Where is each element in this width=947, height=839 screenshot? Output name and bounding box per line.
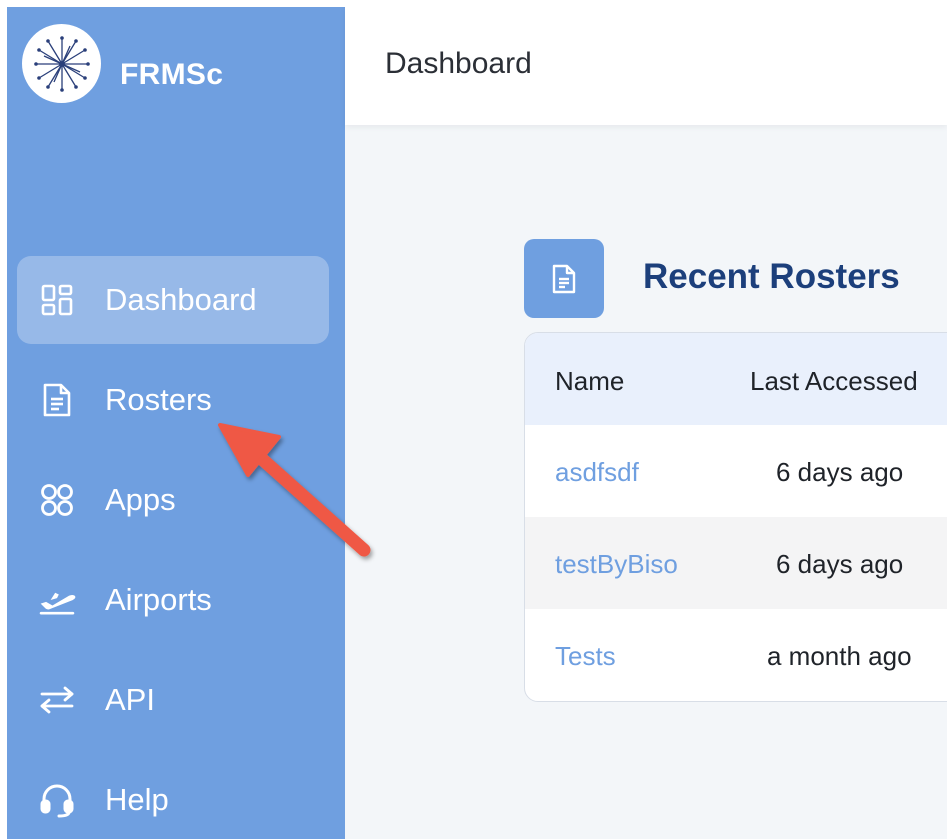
headset-icon <box>37 780 77 820</box>
last-accessed-cell: a month ago <box>767 641 912 671</box>
sidebar-item-label: Apps <box>105 482 176 517</box>
sidebar-item-apps[interactable]: Apps <box>17 456 329 544</box>
last-accessed-cell: 6 days ago <box>776 457 904 487</box>
airplane-takeoff-icon <box>37 580 77 620</box>
sidebar-item-help[interactable]: Help <box>17 756 329 839</box>
sidebar-item-label: Dashboard <box>105 282 257 317</box>
document-icon <box>524 239 604 318</box>
sidebar: FRMSc Dashboard Rosters Apps Airports AP… <box>7 7 345 839</box>
sidebar-item-dashboard[interactable]: Dashboard <box>17 256 329 344</box>
sidebar-item-rosters[interactable]: Rosters <box>17 356 329 444</box>
last-accessed-cell: 6 days ago <box>776 549 904 579</box>
column-header-last-accessed[interactable]: Last Accessed <box>750 366 918 397</box>
roster-name-link[interactable]: asdfsdf <box>555 457 639 488</box>
brand-logo[interactable] <box>22 24 101 103</box>
network-logo-icon <box>33 35 90 92</box>
brand-name[interactable]: FRMSc <box>120 58 223 92</box>
roster-name-link[interactable]: Tests <box>555 641 616 672</box>
sidebar-item-api[interactable]: API <box>17 656 329 744</box>
sidebar-item-label: Rosters <box>105 382 212 417</box>
document-icon <box>37 380 77 420</box>
table-header: Name Last Accessed <box>525 333 947 425</box>
app-window: FRMSc Dashboard Rosters Apps Airports AP… <box>7 7 947 839</box>
table-row[interactable]: asdfsdf 6 days ago <box>525 425 947 517</box>
apps-icon <box>37 480 77 520</box>
sidebar-item-label: Airports <box>105 582 212 617</box>
transfer-arrows-icon <box>37 680 77 720</box>
table-row[interactable]: testByBiso 6 days ago <box>525 517 947 609</box>
roster-name-link[interactable]: testByBiso <box>555 549 678 580</box>
section-title: Recent Rosters <box>643 257 900 296</box>
recent-rosters-table: Name Last Accessed asdfsdf 6 days ago te… <box>524 332 947 702</box>
sidebar-item-label: API <box>105 682 155 717</box>
page-title: Dashboard <box>385 47 532 80</box>
sidebar-item-airports[interactable]: Airports <box>17 556 329 644</box>
table-row[interactable]: Tests a month ago <box>525 609 947 701</box>
dashboard-grid-icon <box>37 280 77 320</box>
column-header-name[interactable]: Name <box>555 366 624 397</box>
sidebar-item-label: Help <box>105 782 169 817</box>
top-header: Dashboard <box>345 7 947 125</box>
